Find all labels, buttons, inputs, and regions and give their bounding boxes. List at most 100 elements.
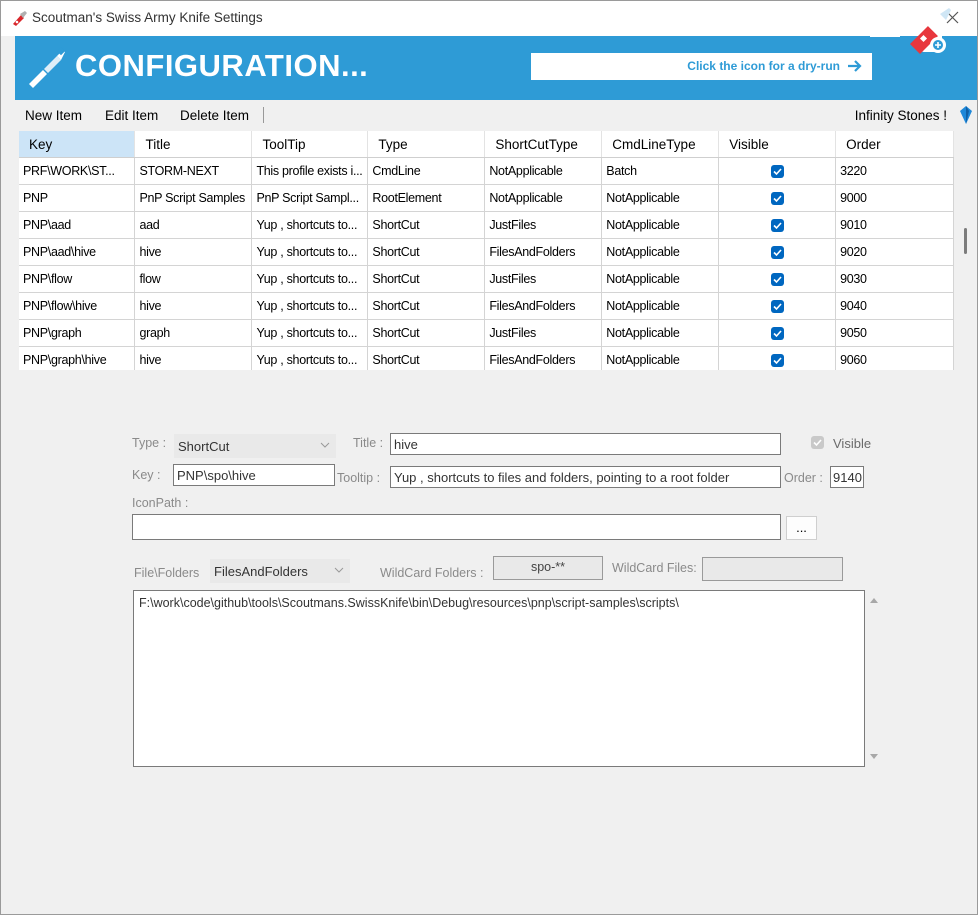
cell-shortcut-type[interactable]: JustFiles <box>484 265 603 293</box>
cell-key[interactable]: PNP\graph\hive <box>19 346 136 370</box>
cell-visible[interactable] <box>718 157 837 185</box>
cell-type[interactable]: ShortCut <box>367 238 486 266</box>
scroll-up-icon[interactable] <box>869 597 879 604</box>
table-row[interactable]: PNP\flow\hive hive Yup , shortcuts to... Sh… <box>19 292 954 320</box>
cell-order[interactable]: 9030 <box>835 265 954 293</box>
cell-shortcut-type[interactable]: JustFiles <box>484 319 603 347</box>
cell-cmdline-type[interactable]: NotApplicable <box>601 238 720 266</box>
cell-type[interactable]: ShortCut <box>367 292 486 320</box>
cell-tooltip[interactable]: Yup , shortcuts to... <box>251 211 369 239</box>
cell-visible[interactable] <box>718 346 837 370</box>
cell-key[interactable]: PRF\WORK\ST... <box>19 157 136 185</box>
cell-title[interactable]: hive <box>134 238 253 266</box>
cell-cmdline-type[interactable]: NotApplicable <box>601 265 720 293</box>
cell-cmdline-type[interactable]: Batch <box>601 157 720 185</box>
visible-checkbox[interactable] <box>770 327 784 341</box>
column-header-title[interactable]: Title <box>134 131 253 158</box>
order-field[interactable]: 9140 <box>830 466 864 488</box>
cell-key[interactable]: PNP\graph <box>19 319 136 347</box>
cell-cmdline-type[interactable]: NotApplicable <box>601 346 720 370</box>
cell-shortcut-type[interactable]: JustFiles <box>484 211 603 239</box>
cell-key[interactable]: PNP\flow\hive <box>19 292 136 320</box>
cell-order[interactable]: 9010 <box>835 211 954 239</box>
cell-order[interactable]: 9060 <box>835 346 954 370</box>
menu-new-item[interactable]: New Item <box>25 108 82 123</box>
iconpath-field[interactable] <box>132 514 781 540</box>
column-header-shortcut-type[interactable]: ShortCutType <box>484 131 603 158</box>
cell-shortcut-type[interactable]: FilesAndFolders <box>484 346 603 370</box>
column-header-order[interactable]: Order <box>835 131 954 158</box>
title-field[interactable]: hive <box>390 433 781 455</box>
items-grid[interactable]: Key Title ToolTip Type ShortCutType CmdL… <box>19 131 954 370</box>
cell-type[interactable]: ShortCut <box>367 211 486 239</box>
visible-checkbox[interactable] <box>770 300 784 314</box>
cell-title[interactable]: hive <box>134 292 253 320</box>
tooltip-field[interactable]: Yup , shortcuts to files and folders, po… <box>390 466 781 488</box>
key-field[interactable]: PNP\spo\hive <box>173 464 335 486</box>
menu-delete-item[interactable]: Delete Item <box>180 108 249 123</box>
cell-order[interactable]: 9020 <box>835 238 954 266</box>
column-header-type[interactable]: Type <box>367 131 486 158</box>
gem-icon[interactable] <box>959 105 973 125</box>
cell-order[interactable]: 3220 <box>835 157 954 185</box>
cell-type[interactable]: ShortCut <box>367 319 486 347</box>
visible-checkbox[interactable] <box>811 436 824 449</box>
cell-cmdline-type[interactable]: NotApplicable <box>601 319 720 347</box>
table-row[interactable]: PNP\graph graph Yup , shortcuts to... Short… <box>19 319 954 347</box>
file-folders-select[interactable]: FilesAndFolders <box>210 559 350 583</box>
cell-shortcut-type[interactable]: FilesAndFolders <box>484 292 603 320</box>
cell-visible[interactable] <box>718 211 837 239</box>
wildcard-folders-field[interactable]: spo-** <box>493 556 603 580</box>
cell-key[interactable]: PNP\flow <box>19 265 136 293</box>
cell-tooltip[interactable]: PnP Script Sampl... <box>251 184 369 212</box>
visible-checkbox[interactable] <box>770 354 784 368</box>
cell-title[interactable]: flow <box>134 265 253 293</box>
cell-title[interactable]: graph <box>134 319 253 347</box>
cell-visible[interactable] <box>718 292 837 320</box>
visible-checkbox[interactable] <box>770 192 784 206</box>
visible-checkbox[interactable] <box>770 273 784 287</box>
grid-scrollbar-thumb[interactable] <box>964 228 967 254</box>
dry-run-button[interactable] <box>894 4 956 60</box>
menu-infinity-stones[interactable]: Infinity Stones ! <box>855 108 947 123</box>
cell-tooltip[interactable]: Yup , shortcuts to... <box>251 319 369 347</box>
cell-title[interactable]: hive <box>134 346 253 370</box>
cell-visible[interactable] <box>718 184 837 212</box>
cell-cmdline-type[interactable]: NotApplicable <box>601 292 720 320</box>
cell-key[interactable]: PNP\aad <box>19 211 136 239</box>
cell-tooltip[interactable]: Yup , shortcuts to... <box>251 346 369 370</box>
column-header-cmdline-type[interactable]: CmdLineType <box>601 131 720 158</box>
cell-type[interactable]: RootElement <box>367 184 486 212</box>
cell-tooltip[interactable]: Yup , shortcuts to... <box>251 238 369 266</box>
cell-shortcut-type[interactable]: FilesAndFolders <box>484 238 603 266</box>
cell-type[interactable]: ShortCut <box>367 346 486 370</box>
column-header-visible[interactable]: Visible <box>718 131 837 158</box>
table-row[interactable]: PNP\graph\hive hive Yup , shortcuts to... S… <box>19 346 954 370</box>
table-row[interactable]: PNP\aad\hive hive Yup , shortcuts to... Sho… <box>19 238 954 266</box>
table-row[interactable]: PNP\aad aad Yup , shortcuts to... ShortCut J… <box>19 211 954 239</box>
visible-checkbox[interactable] <box>770 219 784 233</box>
cell-order[interactable]: 9050 <box>835 319 954 347</box>
cell-visible[interactable] <box>718 319 837 347</box>
cell-cmdline-type[interactable]: NotApplicable <box>601 184 720 212</box>
visible-checkbox[interactable] <box>770 165 784 179</box>
visible-checkbox[interactable] <box>770 246 784 260</box>
type-select[interactable]: ShortCut <box>174 434 336 458</box>
cell-title[interactable]: aad <box>134 211 253 239</box>
cell-tooltip[interactable]: Yup , shortcuts to... <box>251 292 369 320</box>
cell-visible[interactable] <box>718 238 837 266</box>
cell-type[interactable]: ShortCut <box>367 265 486 293</box>
scroll-down-icon[interactable] <box>869 753 879 760</box>
column-header-tooltip[interactable]: ToolTip <box>251 131 369 158</box>
path-textarea[interactable]: F:\work\code\github\tools\Scoutmans.Swis… <box>133 590 865 767</box>
table-row[interactable]: PNP\flow flow Yup , shortcuts to... ShortCu… <box>19 265 954 293</box>
cell-tooltip[interactable]: Yup , shortcuts to... <box>251 265 369 293</box>
cell-order[interactable]: 9040 <box>835 292 954 320</box>
cell-shortcut-type[interactable]: NotApplicable <box>484 184 603 212</box>
wildcard-files-field[interactable] <box>702 557 843 581</box>
cell-title[interactable]: PnP Script Samples <box>134 184 253 212</box>
cell-cmdline-type[interactable]: NotApplicable <box>601 211 720 239</box>
cell-shortcut-type[interactable]: NotApplicable <box>484 157 603 185</box>
cell-tooltip[interactable]: This profile exists i... <box>251 157 369 185</box>
browse-iconpath-button[interactable]: ... <box>786 516 817 540</box>
